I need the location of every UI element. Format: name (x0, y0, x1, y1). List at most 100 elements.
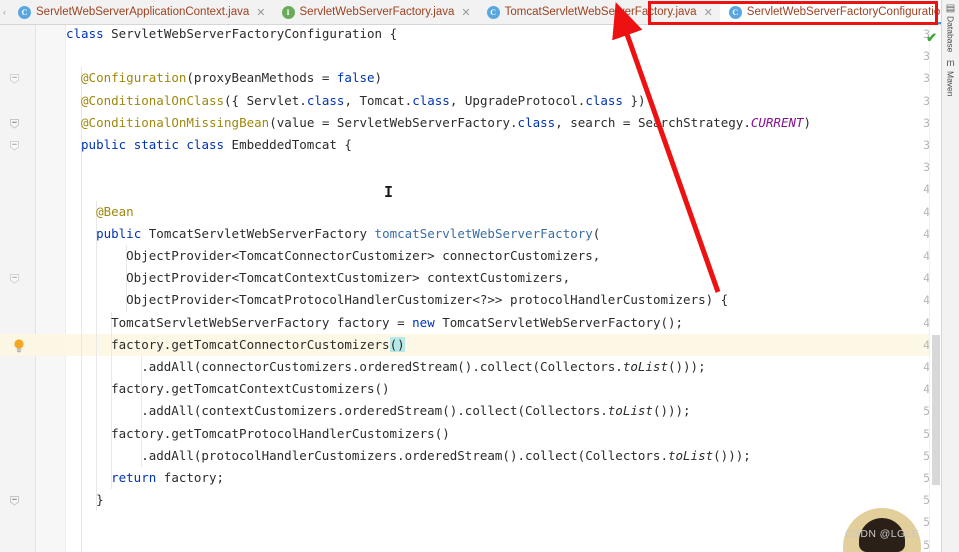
editor-tab-2[interactable]: C TomcatServletWebServerFactory.java ✕ (477, 0, 720, 24)
code-line[interactable]: @Bean (96, 201, 134, 223)
editor-tab-3[interactable]: C ServletWebServerFactoryConfiguration.ja… (719, 0, 959, 24)
editor-tab-0[interactable]: C ServletWebServerApplicationContext.java… (9, 0, 273, 24)
code-token: ())); (667, 359, 706, 374)
code-token: TomcatServletWebServerFactory(); (442, 314, 684, 330)
code-token: EmbeddedTomcat { (231, 137, 352, 152)
editor-tab-label: TomcatServletWebServerFactory.java (504, 6, 697, 18)
code-line[interactable]: ObjectProvider<TomcatContextCustomizer> … (126, 267, 570, 289)
code-token: ())); (713, 447, 751, 463)
fold-marker-icon[interactable] (9, 73, 20, 85)
editor-tab-label: ServletWebServerFactoryConfiguration.jav… (746, 6, 959, 18)
editor-tab-label: ServletWebServerApplicationContext.java (36, 6, 250, 18)
code-token: TomcatServletWebServerFactory (148, 225, 375, 241)
scrollbar-thumb[interactable] (932, 335, 940, 485)
code-token: ) (374, 70, 383, 86)
code-token: new (412, 314, 443, 330)
close-icon[interactable]: ✕ (256, 6, 265, 19)
code-line[interactable]: .addAll(contextCustomizers.orderedStream… (141, 400, 690, 422)
ide-window: ‹ C ServletWebServerApplicationContext.ja… (0, 0, 959, 552)
code-token: CURRENT (750, 114, 804, 130)
code-token: ) (803, 114, 812, 130)
code-token: ( (592, 225, 601, 241)
code-line[interactable]: @Configuration(proxyBeanMethods = false) (81, 67, 382, 89)
close-icon[interactable]: ✕ (461, 6, 470, 19)
tool-strip-label: Maven (945, 71, 956, 97)
code-token: ServletWebServerFactoryConfiguration { (111, 26, 398, 41)
inspection-status-icon[interactable]: ✔ (926, 30, 937, 46)
code-line[interactable]: public static class EmbeddedTomcat { (81, 134, 352, 156)
class-icon: C (18, 5, 31, 19)
code-token: public static class (81, 137, 232, 152)
maven-icon: m (946, 58, 955, 70)
code-token: ObjectProvider<TomcatContextCustomizer> … (126, 270, 571, 286)
code-line[interactable]: @ConditionalOnMissingBean(value = Servle… (81, 112, 811, 134)
code-line[interactable]: ObjectProvider<TomcatConnectorCustomizer… (126, 245, 600, 267)
code-token: ObjectProvider<TomcatProtocolHandlerCust… (126, 292, 729, 308)
code-folding-column (36, 25, 66, 552)
code-token: , UpgradeProtocol. (449, 92, 586, 108)
code-token: false (336, 70, 375, 86)
code-token: , Tomcat. (344, 92, 413, 108)
indent-guide (96, 200, 98, 512)
vertical-scrollbar[interactable] (929, 25, 941, 552)
code-token: .addAll(connectorCustomizers.orderedStre… (141, 359, 623, 374)
fold-collapse-icon[interactable] (9, 118, 20, 129)
watermark-text: CSDN @LGLE (845, 528, 920, 540)
code-token: factory; (163, 470, 225, 485)
fold-collapse-icon[interactable] (9, 495, 20, 506)
code-line[interactable]: class ServletWebServerFactoryConfigurati… (66, 25, 397, 45)
tab-scroll-left-icon[interactable]: ‹ (0, 0, 9, 24)
code-token: toList (607, 403, 653, 419)
code-line[interactable]: TomcatServletWebServerFactory factory = … (111, 312, 683, 334)
code-token: () (389, 336, 405, 352)
tool-strip-item-0[interactable]: ▤ Database (946, 3, 956, 52)
code-line[interactable]: } (96, 489, 104, 511)
line-number-gutter (0, 25, 36, 552)
code-line[interactable]: .addAll(connectorCustomizers.orderedStre… (141, 356, 705, 378)
code-token: @ConditionalOnMissingBean (81, 114, 270, 130)
code-token: factory.getTomcatContextCustomizers() (111, 381, 390, 397)
code-token: return (111, 470, 164, 485)
code-token: ({ Servlet. (224, 92, 307, 108)
code-token: ObjectProvider<TomcatConnectorCustomizer… (126, 248, 601, 263)
code-line[interactable]: return factory; (111, 467, 224, 489)
code-token: , search = SearchStrategy. (555, 114, 751, 130)
code-line[interactable]: @ConditionalOnClass({ Servlet.class, Tom… (81, 90, 646, 112)
code-line[interactable]: factory.getTomcatProtocolHandlerCustomiz… (111, 423, 450, 445)
code-token: tomcatServletWebServerFactory (374, 225, 593, 241)
code-token: @Configuration (81, 70, 187, 86)
database-icon: ▤ (945, 3, 956, 14)
tool-strip-item-1[interactable]: m Maven (946, 58, 956, 97)
code-token: @Bean (96, 203, 134, 219)
code-token: class (412, 92, 450, 108)
lightbulb-icon[interactable] (12, 338, 26, 354)
code-line[interactable]: factory.getTomcatContextCustomizers() (111, 378, 389, 400)
editor-tab-bar: ‹ C ServletWebServerApplicationContext.ja… (0, 0, 959, 25)
code-token: .addAll(contextCustomizers.orderedStream… (141, 403, 608, 419)
code-token: } (96, 492, 104, 508)
editor-tab-label: ServletWebServerFactory.java (299, 6, 455, 18)
editor-tab-1[interactable]: I ServletWebServerFactory.java ✕ (272, 0, 478, 24)
code-editor[interactable]: 3334353637383940414243444546474849505152… (0, 25, 941, 552)
close-icon[interactable]: ✕ (704, 6, 713, 19)
code-token: class (66, 26, 112, 41)
code-token: (proxyBeanMethods = (186, 70, 337, 86)
class-icon: C (728, 5, 742, 19)
code-line[interactable]: public TomcatServletWebServerFactory tom… (96, 223, 600, 245)
code-token: .addAll(protocolHandlerCustomizers.order… (141, 447, 668, 463)
code-token: factory.getTomcatProtocolHandlerCustomiz… (111, 425, 450, 441)
fold-marker-icon[interactable] (9, 140, 20, 151)
fold-marker-icon[interactable] (9, 273, 20, 284)
watermark: CSDN @LGLE (831, 508, 939, 552)
code-token: toList (622, 359, 668, 374)
code-line[interactable]: .addAll(protocolHandlerCustomizers.order… (141, 445, 751, 467)
code-token: ())); (652, 403, 691, 419)
current-line-gutter-highlight (0, 333, 66, 356)
code-line[interactable]: factory.getTomcatConnectorCustomizers() (111, 334, 405, 356)
code-content[interactable]: class ServletWebServerFactoryConfigurati… (66, 25, 941, 552)
tool-strip-label: Database (945, 16, 956, 53)
code-token: toList (667, 447, 714, 463)
code-token: }) (622, 92, 646, 108)
code-token: public (96, 225, 149, 241)
code-line[interactable]: ObjectProvider<TomcatProtocolHandlerCust… (126, 289, 728, 311)
